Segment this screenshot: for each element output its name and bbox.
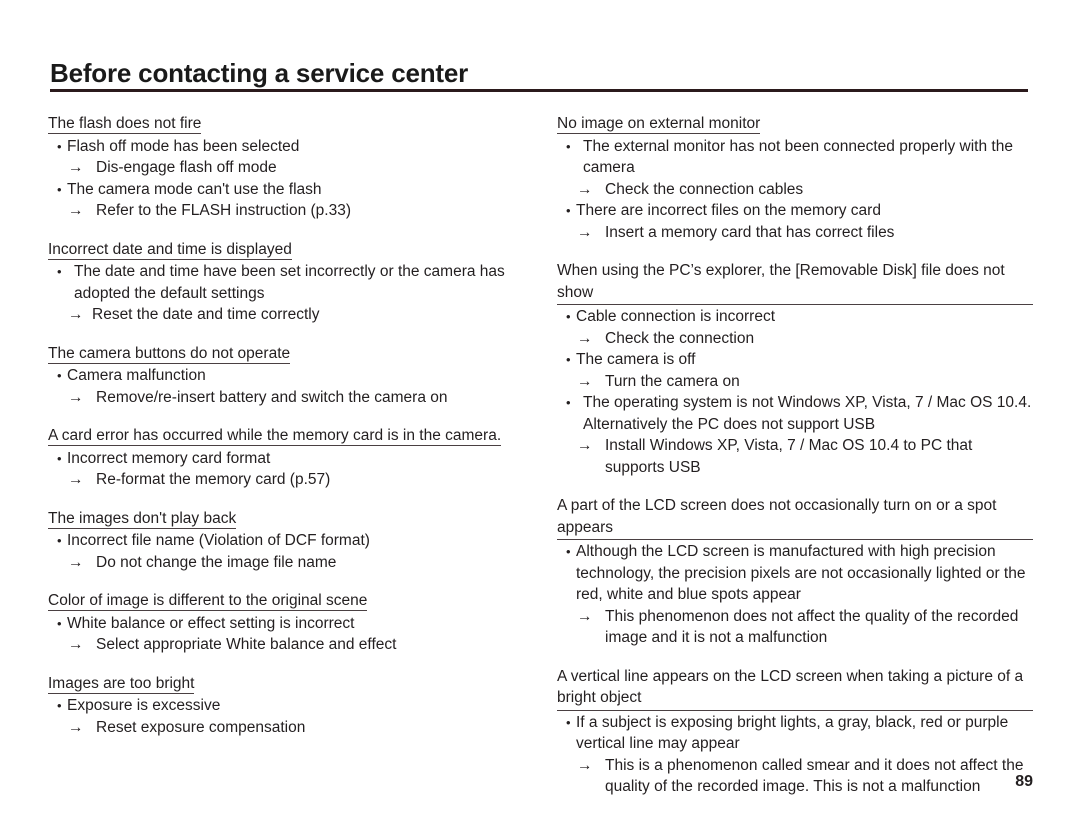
troubleshooting-section: Incorrect date and time is displayedThe … bbox=[48, 239, 540, 326]
solution-item: Check the connection bbox=[557, 328, 1033, 350]
solution-item: Remove/re-insert battery and switch the … bbox=[48, 387, 540, 409]
left-column: The flash does not fire Flash off mode ha… bbox=[48, 113, 540, 738]
page-header: Before contacting a service center bbox=[50, 58, 1028, 92]
cause-item: If a subject is exposing bright lights, … bbox=[557, 712, 1033, 755]
section-heading-text: Images are too bright bbox=[48, 674, 195, 694]
solution-item: Reset exposure compensation bbox=[48, 717, 540, 739]
section-heading-images-are-too-bright: Images are too bright bbox=[48, 673, 540, 695]
cause-item: The external monitor has not been connec… bbox=[557, 136, 1033, 179]
section-heading-text: A card error has occurred while the memo… bbox=[48, 427, 502, 446]
right-column: No image on external monitor The external… bbox=[557, 113, 1033, 798]
section-heading-text: Incorrect date and time is displayed bbox=[48, 240, 292, 260]
section-heading-text: Color of image is different to the origi… bbox=[48, 592, 368, 611]
troubleshooting-section: The images don't play backIncorrect file… bbox=[48, 508, 540, 574]
section-heading-a-part-of-the-lcd-screen-does-not-occasi: A part of the LCD screen does not occasi… bbox=[557, 495, 1033, 540]
troubleshooting-section: Images are too brightExposure is excessi… bbox=[48, 673, 540, 739]
solution-item: This is a phenomenon called smear and it… bbox=[557, 755, 1033, 798]
cause-item: The camera mode can't use the flash bbox=[48, 179, 540, 201]
section-heading-no-image-on-external-monitor: No image on external monitor bbox=[557, 113, 1033, 135]
section-heading-a-vertical-line-appears-on-the-lcd-scree: A vertical line appears on the LCD scree… bbox=[557, 666, 1033, 711]
troubleshooting-section: No image on external monitor The external… bbox=[557, 113, 1033, 243]
cause-item: White balance or effect setting is incor… bbox=[48, 613, 540, 635]
troubleshooting-section: A card error has occurred while the memo… bbox=[48, 425, 540, 491]
cause-item: Although the LCD screen is manufactured … bbox=[557, 541, 1033, 606]
solution-item: Refer to the FLASH instruction (p.33) bbox=[48, 200, 540, 222]
solution-item: This phenomenon does not affect the qual… bbox=[557, 606, 1033, 649]
cause-item: Camera malfunction bbox=[48, 365, 540, 387]
solution-item: Check the connection cables bbox=[557, 179, 1033, 201]
solution-item: Select appropriate White balance and eff… bbox=[48, 634, 540, 656]
troubleshooting-section: A part of the LCD screen does not occasi… bbox=[557, 495, 1033, 649]
troubleshooting-section: A vertical line appears on the LCD scree… bbox=[557, 666, 1033, 798]
solution-item: Turn the camera on bbox=[557, 371, 1033, 393]
section-heading-the-flash-does-not-fire: The flash does not fire bbox=[48, 113, 540, 135]
section-heading-incorrect-date-and-time-is-displayed: Incorrect date and time is displayed bbox=[48, 239, 540, 261]
section-heading-text: No image on external monitor bbox=[557, 115, 761, 134]
section-heading-text: The images don't play back bbox=[48, 509, 237, 529]
cause-item: Incorrect memory card format bbox=[48, 448, 540, 470]
solution-item: Reset the date and time correctly bbox=[48, 304, 540, 326]
cause-item: The camera is off bbox=[557, 349, 1033, 371]
cause-item: Incorrect file name (Violation of DCF fo… bbox=[48, 530, 540, 552]
section-heading-text: The flash does not fire bbox=[48, 115, 202, 134]
page-number: 89 bbox=[1015, 773, 1033, 790]
cause-item: Exposure is excessive bbox=[48, 695, 540, 717]
cause-item: Cable connection is incorrect bbox=[557, 306, 1033, 328]
cause-item: The date and time have been set incorrec… bbox=[48, 261, 540, 304]
section-heading-when-using-the-pc-s-explorer-the-removab: When using the PC’s explorer, the [Remov… bbox=[557, 260, 1033, 305]
section-heading-text: A vertical line appears on the LCD scree… bbox=[557, 666, 1033, 711]
troubleshooting-section: When using the PC’s explorer, the [Remov… bbox=[557, 260, 1033, 478]
solution-item: Insert a memory card that has correct fi… bbox=[557, 222, 1033, 244]
section-heading-text: A part of the LCD screen does not occasi… bbox=[557, 495, 1033, 540]
section-heading-color-of-image-is-different-to-the-origi: Color of image is different to the origi… bbox=[48, 590, 540, 612]
section-heading-the-camera-buttons-do-not-operate: The camera buttons do not operate bbox=[48, 343, 540, 365]
cause-item: The operating system is not Windows XP, … bbox=[557, 392, 1033, 435]
troubleshooting-section: The flash does not fire Flash off mode ha… bbox=[48, 113, 540, 222]
troubleshooting-section: The camera buttons do not operateCamera … bbox=[48, 343, 540, 409]
section-heading-text: When using the PC’s explorer, the [Remov… bbox=[557, 260, 1033, 305]
solution-item: Install Windows XP, Vista, 7 / Mac OS 10… bbox=[557, 435, 1033, 478]
section-heading-text: The camera buttons do not operate bbox=[48, 344, 291, 364]
solution-item: Re-format the memory card (p.57) bbox=[48, 469, 540, 491]
section-heading-the-images-don-t-play-back: The images don't play back bbox=[48, 508, 540, 530]
title-divider bbox=[50, 89, 1028, 92]
solution-item: Do not change the image file name bbox=[48, 552, 540, 574]
cause-item: There are incorrect files on the memory … bbox=[557, 200, 1033, 222]
section-heading-a-card-error-has-occurred-while-the-memo: A card error has occurred while the memo… bbox=[48, 425, 540, 447]
cause-item: Flash off mode has been selected bbox=[48, 136, 540, 158]
solution-item: Dis-engage flash off mode bbox=[48, 157, 540, 179]
troubleshooting-section: Color of image is different to the origi… bbox=[48, 590, 540, 656]
page-title: Before contacting a service center bbox=[50, 58, 469, 88]
